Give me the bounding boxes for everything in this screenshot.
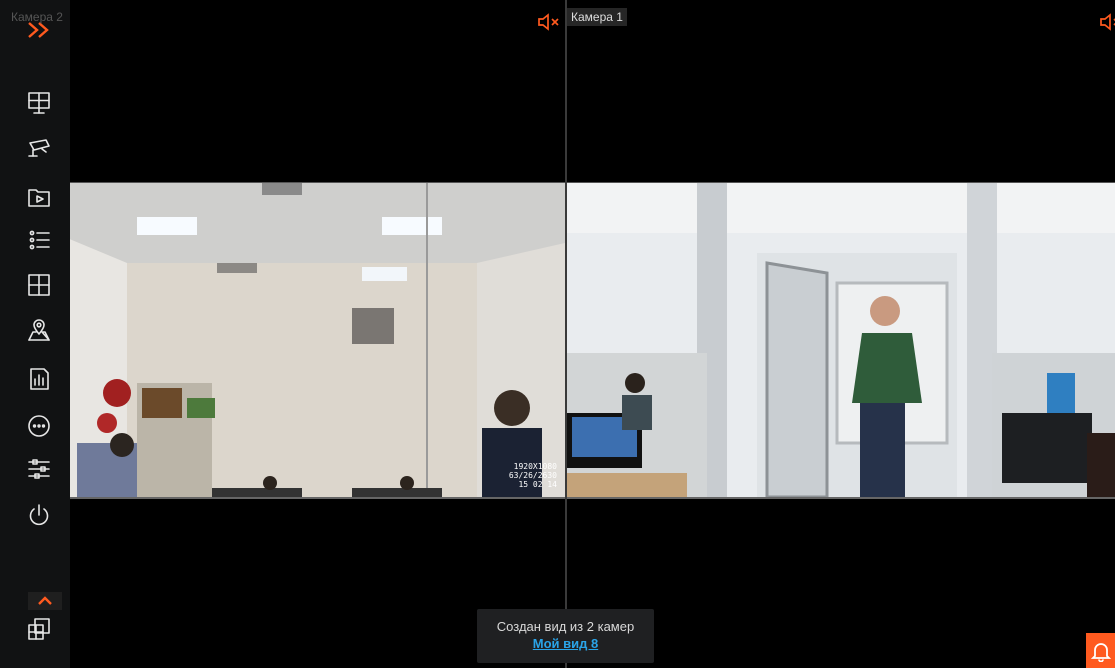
- alarm-notifications-button[interactable]: [1086, 633, 1115, 668]
- sidebar-item-settings[interactable]: [22, 452, 56, 486]
- camera-cell-1[interactable]: Камера 1: [567, 6, 1115, 668]
- event-list-icon: [29, 230, 50, 250]
- settings-sliders-icon: [28, 459, 50, 479]
- office-room-image: [7, 183, 565, 497]
- collapse-up-button[interactable]: [28, 592, 62, 610]
- bell-icon: [1090, 642, 1111, 662]
- map-icon: [28, 319, 50, 341]
- sidebar-item-reports[interactable]: [22, 362, 56, 396]
- camera-cell-2[interactable]: Камера 2 1920X1080 63/26/2630 15 02 14: [7, 6, 565, 668]
- toast-view-link[interactable]: Мой вид 8: [477, 636, 654, 651]
- more-icon: [28, 415, 50, 437]
- sidebar-item-map[interactable]: [22, 313, 56, 347]
- camera-label: Камера 1: [567, 8, 627, 26]
- sidebar-item-layout[interactable]: [22, 268, 56, 302]
- sidebar-item-power[interactable]: [22, 498, 56, 532]
- sidebar-item-layouts[interactable]: [22, 612, 56, 646]
- osd-line-2: 63/26/2630: [508, 471, 557, 480]
- sidebar-item-events[interactable]: [22, 223, 56, 257]
- power-icon: [29, 504, 49, 526]
- reports-icon: [30, 368, 49, 390]
- mute-icon[interactable]: [537, 13, 561, 31]
- sidebar: [0, 0, 70, 668]
- sidebar-item-cameras[interactable]: [22, 131, 56, 165]
- archive-play-icon: [28, 189, 50, 207]
- office-corridor-image: [567, 183, 1115, 497]
- monitor-layout-icon: [28, 92, 50, 114]
- camera-label: Камера 2: [11, 10, 63, 24]
- camera-osd: 1920X1080 63/26/2630 15 02 14: [509, 462, 557, 489]
- toast-message: Создан вид из 2 камер: [496, 619, 635, 634]
- layouts-icon: [28, 618, 50, 640]
- notification-toast: Создан вид из 2 камер Мой вид 8: [477, 609, 654, 663]
- camera-icon: [28, 139, 50, 157]
- osd-resolution: 1920X1080: [513, 462, 557, 471]
- camera-video-feed[interactable]: [567, 182, 1115, 499]
- osd-time: 15 02 14: [518, 480, 557, 489]
- sidebar-item-monitor[interactable]: [22, 86, 56, 120]
- mute-icon[interactable]: [1099, 13, 1115, 31]
- camera-video-feed[interactable]: 1920X1080 63/26/2630 15 02 14: [7, 182, 565, 499]
- layout-grid-icon: [28, 274, 50, 296]
- chevron-up-icon: [38, 596, 52, 605]
- sidebar-item-archive[interactable]: [22, 180, 56, 214]
- sidebar-item-more[interactable]: [22, 409, 56, 443]
